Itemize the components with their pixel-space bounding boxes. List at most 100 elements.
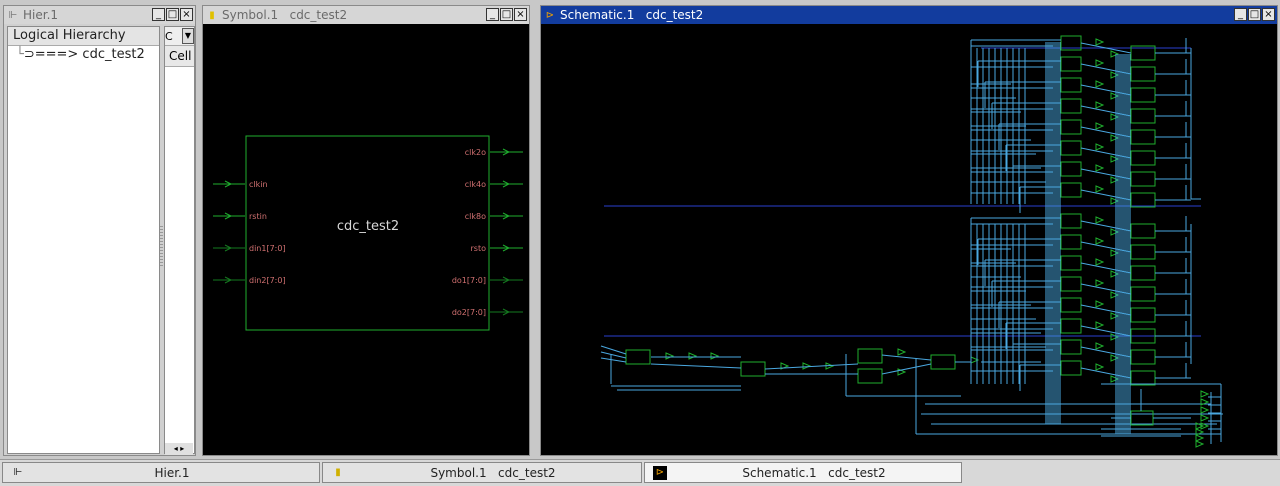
- cell-instance[interactable]: [1060, 276, 1082, 292]
- buffer-icon[interactable]: [897, 348, 907, 356]
- scroll-left-icon[interactable]: ◂: [174, 444, 178, 453]
- cell-instance[interactable]: [1060, 255, 1082, 271]
- close-button[interactable]: ×: [1262, 8, 1275, 21]
- cell-instance[interactable]: [1130, 192, 1156, 208]
- hier-window[interactable]: ⊩ Hier.1 _ □ × Logical Hierarchy └⊃===> …: [3, 5, 196, 456]
- symbol-window[interactable]: ▮ Symbol.1 cdc_test2 _ □ × cdc_test2 clk…: [202, 5, 530, 456]
- buffer-icon[interactable]: [1200, 390, 1210, 398]
- buffer-icon[interactable]: [1110, 249, 1120, 257]
- cell-instance[interactable]: [1060, 98, 1082, 114]
- cell-instance[interactable]: [1130, 171, 1156, 187]
- buffer-icon[interactable]: [1095, 342, 1105, 350]
- buffer-icon[interactable]: [1110, 228, 1120, 236]
- buffer-icon[interactable]: [1110, 71, 1120, 79]
- cell-instance[interactable]: [1060, 119, 1082, 135]
- cell-instance[interactable]: [1060, 234, 1082, 250]
- cell-instance[interactable]: [1130, 129, 1156, 145]
- cell-instance[interactable]: [1060, 140, 1082, 156]
- tree-item-cdc-test2[interactable]: └⊃===> cdc_test2: [8, 46, 159, 64]
- pane-splitter[interactable]: [160, 226, 163, 266]
- buffer-icon[interactable]: [688, 352, 698, 360]
- buffer-icon[interactable]: [1110, 270, 1120, 278]
- buffer-icon[interactable]: [1095, 185, 1105, 193]
- cell-instance[interactable]: [1130, 370, 1156, 386]
- schematic-window[interactable]: ⊳ Schematic.1 cdc_test2 _ □ ×: [540, 5, 1278, 456]
- buffer-icon[interactable]: [1110, 375, 1120, 383]
- buffer-icon[interactable]: [1095, 122, 1105, 130]
- buffer-icon[interactable]: [1200, 406, 1210, 414]
- buffer-icon[interactable]: [1095, 258, 1105, 266]
- buffer-icon[interactable]: [710, 352, 720, 360]
- maximize-button[interactable]: □: [166, 8, 179, 21]
- close-button[interactable]: ×: [514, 8, 527, 21]
- buffer-icon[interactable]: [1095, 321, 1105, 329]
- schematic-canvas[interactable]: [541, 24, 1277, 455]
- minimize-button[interactable]: _: [1234, 8, 1247, 21]
- maximize-button[interactable]: □: [1248, 8, 1261, 21]
- cell-instance[interactable]: [1060, 360, 1082, 376]
- buffer-icon[interactable]: [1095, 279, 1105, 287]
- buffer-icon[interactable]: [1095, 38, 1105, 46]
- view-combo[interactable]: C ▼: [165, 27, 194, 46]
- buffer-icon[interactable]: [1200, 414, 1210, 422]
- buffer-icon[interactable]: [1110, 50, 1120, 58]
- minimize-button[interactable]: _: [152, 8, 165, 21]
- buffer-icon[interactable]: [1110, 134, 1120, 142]
- symbol-canvas[interactable]: cdc_test2 clkin rstin din1[7:0] din2[7:0] c…: [203, 24, 529, 455]
- chevron-down-icon[interactable]: ▼: [182, 28, 194, 44]
- buffer-icon[interactable]: [1095, 216, 1105, 224]
- buffer-icon[interactable]: [1110, 312, 1120, 320]
- cell-instance[interactable]: [625, 349, 651, 365]
- buffer-icon[interactable]: [1110, 176, 1120, 184]
- buffer-icon[interactable]: [1110, 291, 1120, 299]
- cell-instance[interactable]: [930, 354, 956, 370]
- cell-instance[interactable]: [1130, 265, 1156, 281]
- buffer-icon[interactable]: [1110, 197, 1120, 205]
- buffer-icon[interactable]: [1095, 59, 1105, 67]
- buffer-icon[interactable]: [1095, 164, 1105, 172]
- buffer-icon[interactable]: [1110, 155, 1120, 163]
- cell-instance[interactable]: [1130, 244, 1156, 260]
- cell-column-pane[interactable]: C ▼ Cell: [164, 26, 195, 454]
- buffer-icon[interactable]: [1095, 237, 1105, 245]
- buffer-icon[interactable]: [1095, 143, 1105, 151]
- cell-instance[interactable]: [1060, 161, 1082, 177]
- task-hier[interactable]: ⊩ Hier.1: [2, 462, 320, 483]
- cell-instance[interactable]: [1060, 182, 1082, 198]
- cell-instance[interactable]: [1060, 213, 1082, 229]
- horizontal-scrollbar[interactable]: ◂ ▸: [165, 443, 193, 455]
- maximize-button[interactable]: □: [500, 8, 513, 21]
- buffer-icon[interactable]: [1095, 80, 1105, 88]
- cell-instance[interactable]: [1060, 339, 1082, 355]
- task-symbol[interactable]: ▮ Symbol.1 cdc_test2: [322, 462, 642, 483]
- buffer-icon[interactable]: [1110, 333, 1120, 341]
- scroll-right-icon[interactable]: ▸: [180, 444, 184, 453]
- hier-titlebar[interactable]: ⊩ Hier.1 _ □ ×: [4, 6, 195, 24]
- cell-instance[interactable]: [1130, 223, 1156, 239]
- cell-instance[interactable]: [1130, 410, 1154, 426]
- buffer-icon[interactable]: [1095, 101, 1105, 109]
- cell-instance[interactable]: [1130, 66, 1156, 82]
- cell-instance[interactable]: [1060, 77, 1082, 93]
- cell-instance[interactable]: [740, 361, 766, 377]
- cell-instance[interactable]: [1060, 297, 1082, 313]
- symbol-titlebar[interactable]: ▮ Symbol.1 cdc_test2 _ □ ×: [203, 6, 529, 24]
- cell-instance[interactable]: [1130, 87, 1156, 103]
- cell-column-header[interactable]: Cell: [165, 46, 194, 67]
- cell-instance[interactable]: [857, 348, 883, 364]
- logical-hierarchy-header[interactable]: Logical Hierarchy: [8, 27, 159, 46]
- minimize-button[interactable]: _: [486, 8, 499, 21]
- cell-instance[interactable]: [1130, 349, 1156, 365]
- buffer-icon[interactable]: [1195, 434, 1205, 442]
- close-button[interactable]: ×: [180, 8, 193, 21]
- buffer-icon[interactable]: [1095, 363, 1105, 371]
- cell-instance[interactable]: [1130, 150, 1156, 166]
- cell-instance[interactable]: [1060, 318, 1082, 334]
- buffer-icon[interactable]: [1110, 113, 1120, 121]
- cell-instance[interactable]: [1130, 307, 1156, 323]
- cell-instance[interactable]: [857, 368, 883, 384]
- cell-instance[interactable]: [1130, 108, 1156, 124]
- cell-instance[interactable]: [1130, 286, 1156, 302]
- schematic-titlebar[interactable]: ⊳ Schematic.1 cdc_test2 _ □ ×: [541, 6, 1277, 24]
- hierarchy-tree-pane[interactable]: Logical Hierarchy └⊃===> cdc_test2: [7, 26, 160, 454]
